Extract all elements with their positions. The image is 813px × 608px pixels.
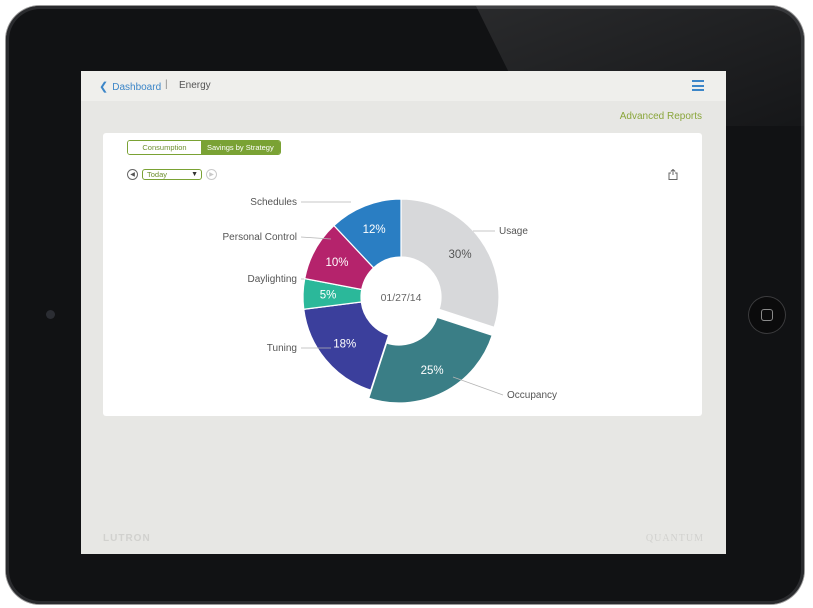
menu-icon[interactable]	[692, 80, 704, 94]
advanced-reports-link[interactable]: Advanced Reports	[620, 111, 702, 122]
home-icon	[761, 309, 773, 321]
slice-value-schedules: 12%	[363, 224, 386, 236]
category-label-personal-control: Personal Control	[223, 232, 297, 243]
chevron-left-icon: ❮	[99, 81, 109, 93]
category-label-occupancy: Occupancy	[507, 390, 557, 401]
center-date-label: 01/27/14	[381, 292, 422, 304]
category-label-tuning: Tuning	[267, 343, 297, 354]
home-button[interactable]	[748, 296, 786, 334]
back-label: Dashboard	[112, 82, 162, 93]
leader-line-occupancy	[452, 376, 504, 396]
slice-value-daylighting: 5%	[320, 290, 337, 302]
slice-value-usage: 30%	[449, 249, 472, 261]
category-label-usage: Usage	[499, 226, 528, 237]
page-title: Energy	[179, 80, 211, 91]
back-button[interactable]: ❮ Dashboard	[99, 80, 161, 93]
top-bar: ❮ Dashboard | Energy	[81, 71, 726, 101]
app-screen: ❮ Dashboard | Energy Advanced Reports Con…	[81, 71, 726, 554]
breadcrumb-separator: |	[165, 79, 168, 90]
slice-value-occupancy: 25%	[421, 365, 444, 377]
lutron-logo: LUTRON	[103, 533, 151, 544]
quantum-logo: QUANTUM	[645, 533, 704, 544]
savings-donut-chart: 30% Usage 25% Occupancy 18% Tuning 5% Daylighti…	[223, 197, 557, 404]
category-label-daylighting: Daylighting	[248, 274, 297, 285]
chart-card: Consumption Savings by Strategy ◀ Today …	[103, 133, 702, 416]
slice-value-tuning: 18%	[333, 339, 356, 351]
slice-value-personal-control: 10%	[326, 257, 349, 269]
category-label-schedules: Schedules	[250, 197, 297, 208]
front-camera	[46, 310, 55, 319]
